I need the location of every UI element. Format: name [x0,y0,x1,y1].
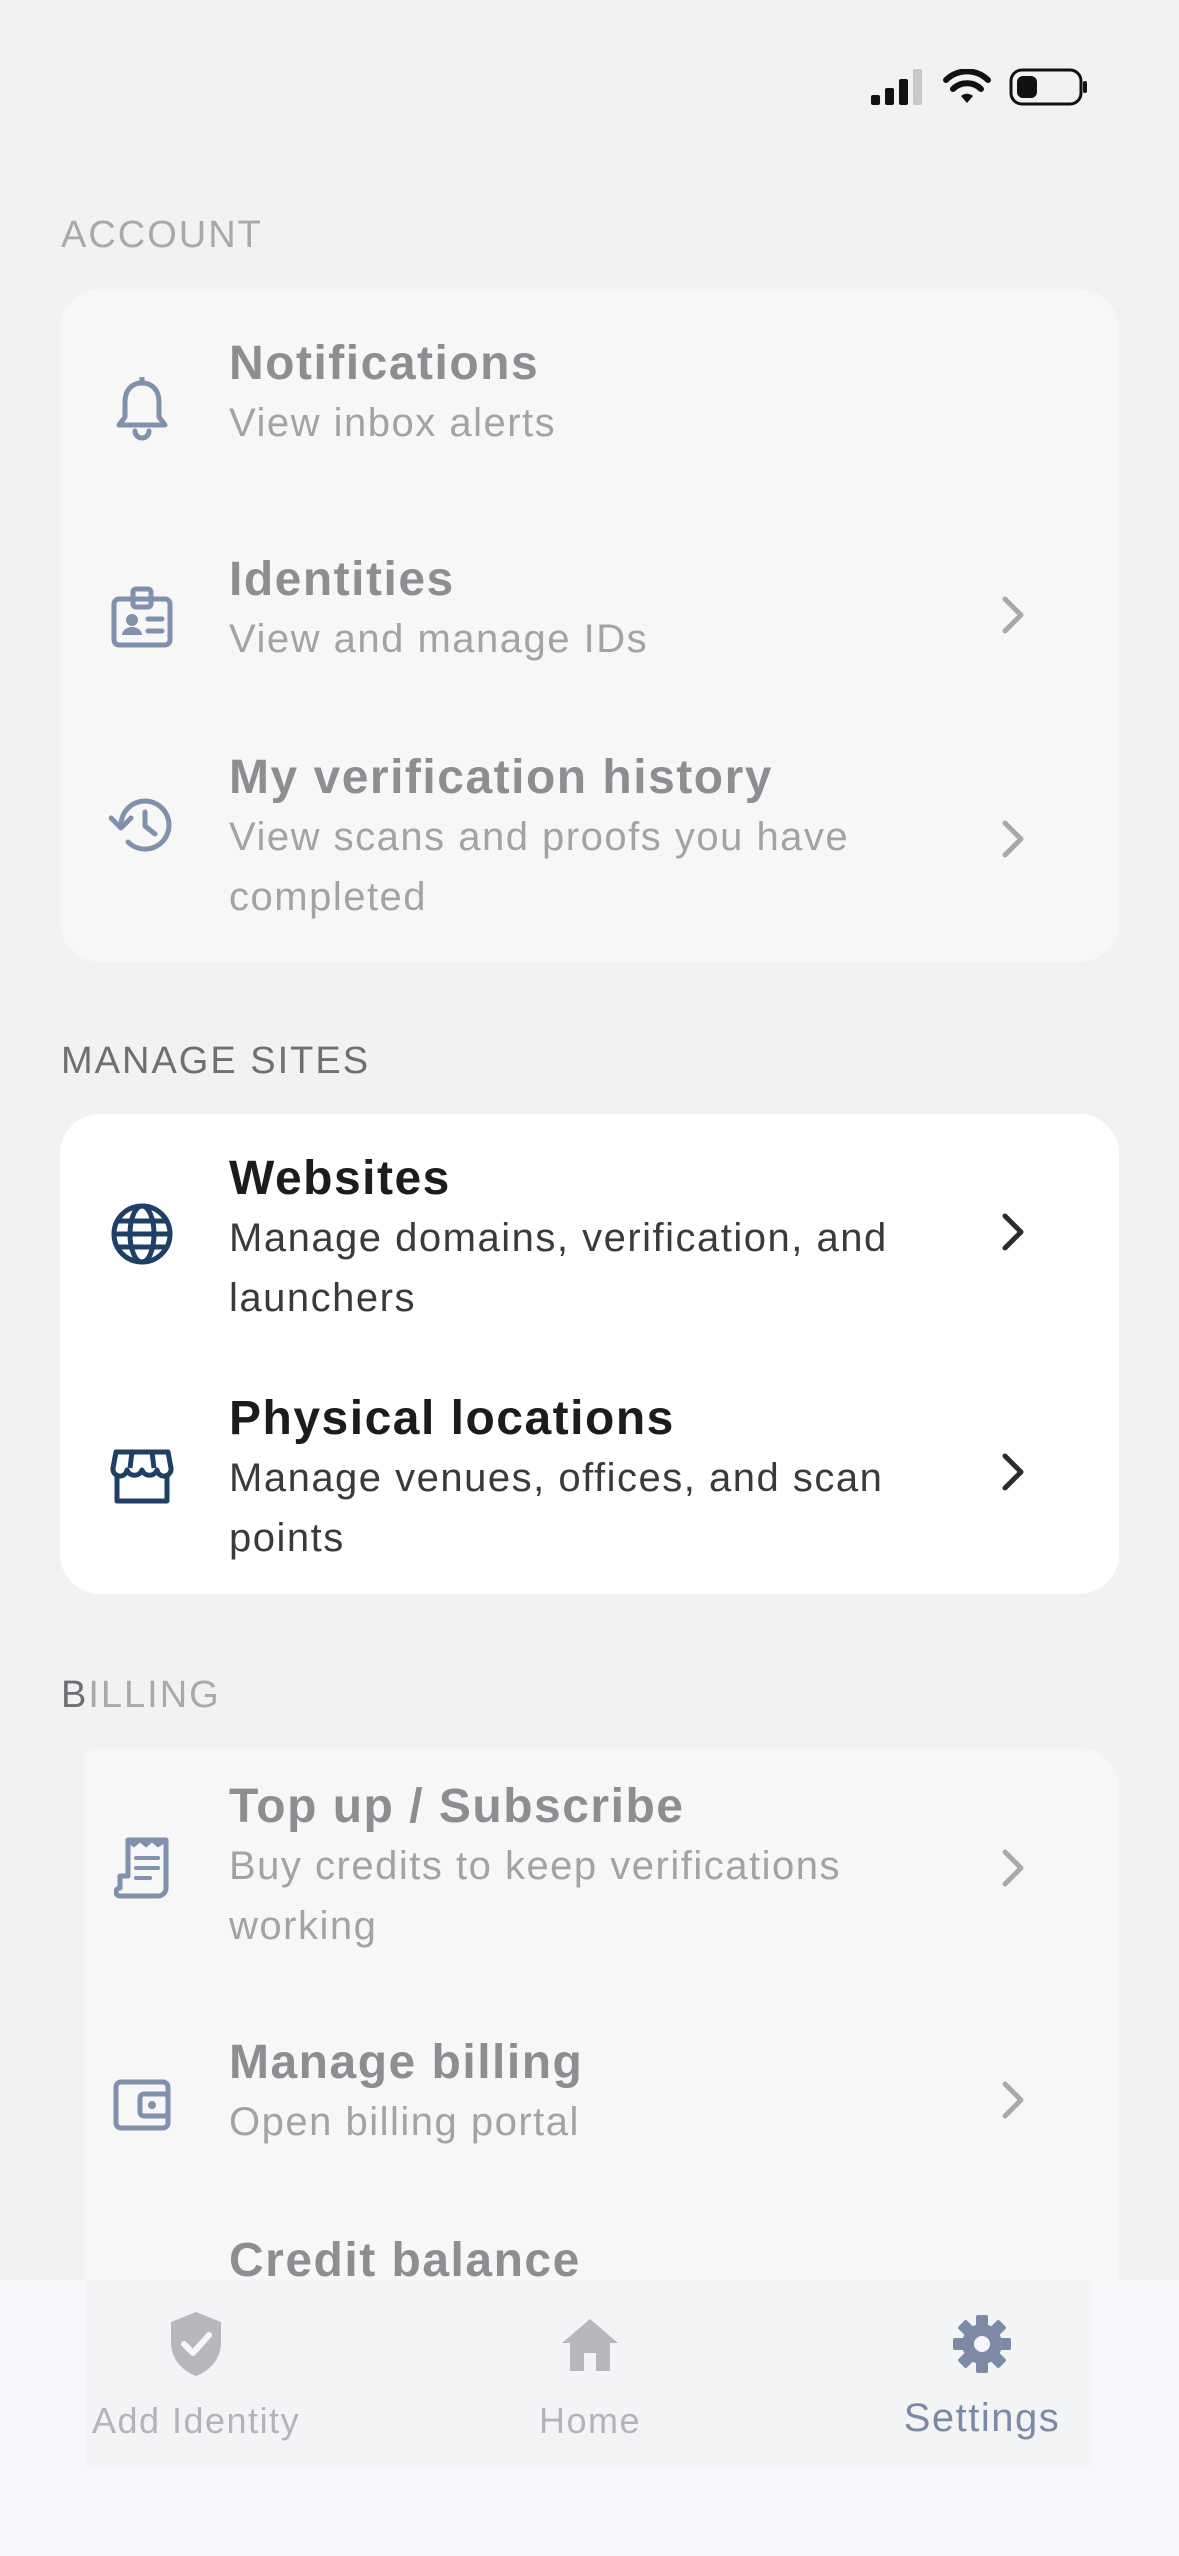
status-bar [871,62,1089,112]
account-card: Notifications View inbox alerts Identiti… [60,289,1119,962]
row-physical-locations[interactable]: Physical locations Manage venues, office… [60,1390,1119,1590]
battery-icon [1009,68,1087,106]
globe-icon [108,1200,176,1268]
websites-subtitle: Manage domains, verification, and launch… [229,1216,888,1320]
row-verification-history[interactable]: My verification history View scans and p… [60,749,1119,929]
billing-header-first: B [61,1674,89,1716]
home-icon [558,2306,622,2382]
bottom-tab-bar: Add Identity Home Settings [0,2280,1179,2556]
row-websites[interactable]: Websites Manage domains, verification, a… [60,1150,1119,1350]
topup-title: Top up / Subscribe [229,1780,685,1833]
id-badge-icon [108,583,176,651]
notifications-subtitle: View inbox alerts [229,401,557,445]
tab-settings[interactable]: Settings [832,2306,1132,2446]
row-identities[interactable]: Identities View and manage IDs [60,551,1119,681]
wallet-icon [108,2070,176,2138]
row-manage-billing[interactable]: Manage billing Open billing portal [60,2034,1119,2164]
chevron-right-icon [995,1844,1031,1892]
tab-home-label: Home [538,2400,642,2441]
topup-subtitle: Buy credits to keep verifications workin… [229,1844,841,1948]
tab-home[interactable]: Home [440,2306,740,2446]
manage-billing-title: Manage billing [229,2036,584,2089]
identities-subtitle: View and manage IDs [229,617,649,661]
bell-icon [108,375,176,443]
tab-add-identity[interactable]: Add Identity [46,2306,346,2446]
billing-header-rest: ILLING [88,1674,221,1716]
tab-settings-label: Settings [903,2396,1061,2440]
chevron-right-icon [995,591,1031,639]
history-title: My verification history [229,751,773,804]
history-subtitle: View scans and proofs you have completed [229,815,850,919]
billing-card: Top up / Subscribe Buy credits to keep v… [60,1748,1119,2348]
gear-icon [951,2306,1013,2382]
tab-add-identity-label: Add Identity [91,2400,301,2441]
identities-title: Identities [229,553,455,606]
shield-check-icon [167,2306,225,2382]
history-icon [108,791,176,859]
receipt-icon [108,1834,176,1902]
manage-sites-card: Websites Manage domains, verification, a… [60,1114,1119,1594]
row-top-up-subscribe[interactable]: Top up / Subscribe Buy credits to keep v… [60,1778,1119,1968]
section-header-manage-sites: MANAGE SITES [61,1040,371,1082]
physical-subtitle: Manage venues, offices, and scan points [229,1456,884,1560]
manage-billing-subtitle: Open billing portal [229,2100,580,2144]
row-notifications[interactable]: Notifications View inbox alerts [60,335,1119,465]
wifi-icon [943,69,991,103]
notifications-title: Notifications [229,337,540,390]
section-header-account: ACCOUNT [61,214,263,256]
chevron-right-icon [995,1208,1031,1256]
storefront-icon [108,1442,176,1510]
websites-title: Websites [229,1152,451,1205]
cellular-signal-icon [871,69,922,105]
section-header-billing: BILLING [61,1674,221,1717]
chevron-right-icon [995,2076,1031,2124]
chevron-right-icon [995,1448,1031,1496]
chevron-right-icon [995,815,1031,863]
physical-title: Physical locations [229,1392,675,1445]
